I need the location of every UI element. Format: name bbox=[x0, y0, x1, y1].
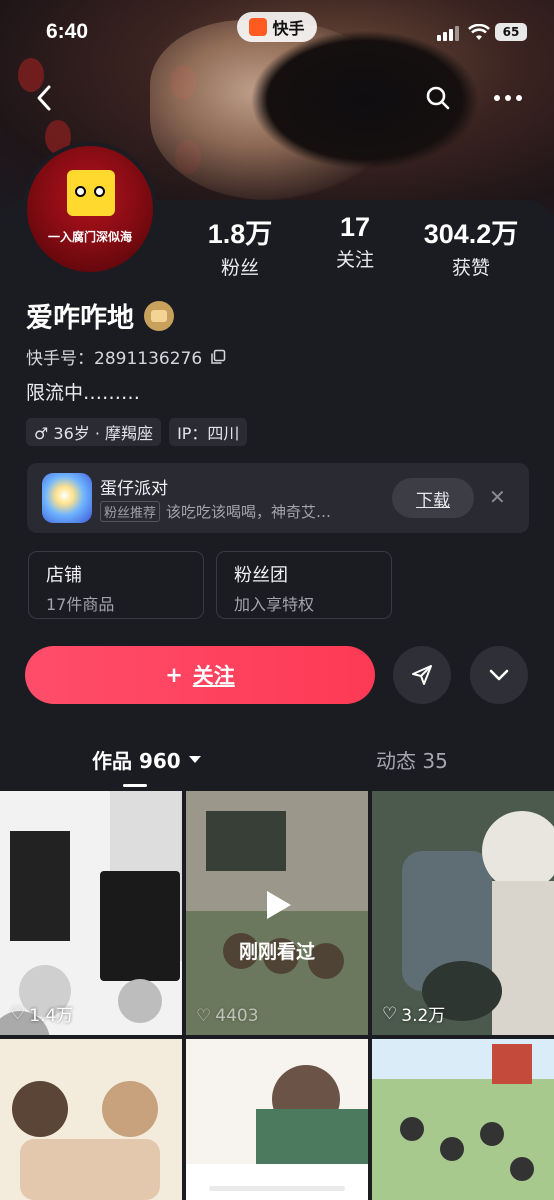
fan-club-sub: 加入享特权 bbox=[234, 595, 315, 614]
comic-art bbox=[0, 791, 182, 1035]
video-thumbnail[interactable] bbox=[0, 1039, 182, 1200]
game-thumbnail bbox=[42, 473, 92, 523]
chevron-down-icon bbox=[489, 669, 509, 681]
video-thumbnail[interactable]: ♡ 3.2万 bbox=[372, 791, 554, 1035]
stat-likes-value: 304.2万 bbox=[423, 219, 519, 249]
download-button[interactable]: 下载 bbox=[392, 478, 474, 518]
shop-shortcut[interactable]: 店铺 17件商品 bbox=[28, 551, 204, 619]
stat-fans-value: 1.8万 bbox=[207, 219, 273, 249]
verified-badge-icon[interactable] bbox=[144, 300, 174, 331]
cellular-signal-icon bbox=[437, 26, 459, 41]
follow-label: 关注 bbox=[192, 664, 235, 688]
copy-icon[interactable] bbox=[210, 349, 226, 365]
status-time: 6:40 bbox=[46, 20, 89, 43]
tag-age-zodiac: ♂ 36岁 · 摩羯座 bbox=[26, 418, 162, 446]
heart-icon: ♡ bbox=[382, 1003, 398, 1024]
send-icon bbox=[412, 665, 432, 685]
back-button[interactable] bbox=[26, 80, 62, 116]
game-recommendation-card[interactable]: 蛋仔派对 粉丝推荐 该吃吃该喝喝，神奇艾… 下载 ✕ bbox=[27, 463, 529, 533]
heart-icon: ♡ bbox=[10, 1003, 26, 1024]
fan-club-title: 粉丝团 bbox=[234, 565, 288, 586]
stat-following[interactable]: 17 关注 bbox=[315, 212, 395, 272]
chevron-left-icon bbox=[37, 85, 51, 111]
kuaishou-id-label: 快手号： bbox=[26, 349, 94, 369]
shop-title: 店铺 bbox=[46, 565, 82, 586]
message-button[interactable] bbox=[393, 646, 451, 704]
stat-likes[interactable]: 304.2万 获赞 bbox=[412, 212, 530, 280]
avatar-text: 一入腐门深似海 bbox=[47, 230, 132, 244]
video-thumbnail[interactable] bbox=[372, 1039, 554, 1200]
recently-watched-label: 刚刚看过 bbox=[238, 941, 315, 963]
tab-moments[interactable]: 动态 35 bbox=[376, 745, 448, 774]
search-button[interactable] bbox=[420, 80, 456, 116]
tag-ip-location: IP：四川 bbox=[169, 418, 248, 446]
battery-indicator: 65 bbox=[495, 23, 527, 41]
wifi-icon bbox=[468, 24, 490, 40]
profile-name-row: 爱咋咋地 bbox=[26, 296, 174, 335]
follow-button[interactable]: + 关注 bbox=[25, 646, 375, 704]
cartoon-art bbox=[12, 1081, 160, 1200]
game-subtitle: 该吃吃该喝喝，神奇艾… bbox=[166, 503, 332, 521]
home-indicator bbox=[209, 1186, 345, 1191]
heart-icon: ♡ bbox=[196, 1006, 212, 1026]
avatar[interactable]: 一入腐门深似海 bbox=[23, 142, 157, 276]
likes-count: ♡ 4403 bbox=[196, 1006, 259, 1026]
app-badge: 快手 bbox=[237, 12, 317, 42]
likes-value: 1.4万 bbox=[29, 1006, 74, 1026]
video-thumbnail[interactable]: 刚刚看过 ♡ 4403 bbox=[186, 791, 368, 1035]
tab-works-label: 作品 960 bbox=[92, 749, 181, 773]
profile-name: 爱咋咋地 bbox=[26, 303, 134, 334]
recommend-chip: 粉丝推荐 bbox=[100, 501, 161, 522]
profile-bio: 限流中……… bbox=[26, 382, 141, 404]
comic-art bbox=[186, 1065, 368, 1200]
content-tabs: 作品 960 动态 35 bbox=[0, 745, 554, 791]
game-title: 蛋仔派对 bbox=[100, 479, 168, 499]
likes-value: 3.2万 bbox=[401, 1006, 446, 1026]
caret-down-icon bbox=[188, 755, 201, 763]
profile-tags: ♂ 36岁 · 摩羯座 IP：四川 bbox=[26, 418, 248, 446]
likes-count: ♡ 1.4万 bbox=[10, 1001, 74, 1027]
stat-following-value: 17 bbox=[339, 212, 371, 242]
kuaishou-id-row: 快手号：2891136276 bbox=[26, 344, 226, 369]
expand-button[interactable] bbox=[470, 646, 528, 704]
comic-art bbox=[372, 791, 554, 1035]
stat-fans-label: 粉丝 bbox=[220, 257, 259, 279]
stat-likes-label: 获赞 bbox=[451, 257, 490, 279]
video-thumbnail[interactable]: ♡ 1.4万 bbox=[0, 791, 182, 1035]
more-horizontal-icon bbox=[494, 95, 522, 101]
stat-fans[interactable]: 1.8万 粉丝 bbox=[195, 212, 285, 280]
shop-sub: 17件商品 bbox=[46, 595, 115, 614]
play-icon bbox=[267, 891, 291, 919]
more-button[interactable] bbox=[490, 80, 526, 116]
plus-icon: + bbox=[165, 663, 183, 687]
kuaishou-id: 2891136276 bbox=[94, 349, 203, 369]
close-icon[interactable]: ✕ bbox=[489, 485, 506, 509]
app-badge-label: 快手 bbox=[272, 19, 305, 38]
search-icon bbox=[426, 86, 450, 110]
tab-active-indicator bbox=[123, 784, 147, 787]
likes-count: ♡ 3.2万 bbox=[382, 1001, 446, 1027]
tab-works[interactable]: 作品 960 bbox=[92, 745, 201, 774]
stat-following-label: 关注 bbox=[335, 249, 374, 271]
battery-level: 65 bbox=[502, 25, 520, 39]
video-grid: ♡ 1.4万 刚刚看过 ♡ 4403 ♡ 3.2万 bbox=[0, 791, 554, 1200]
likes-value: 4403 bbox=[215, 1006, 259, 1026]
status-bar: 6:40 快手 65 bbox=[0, 0, 554, 64]
kuaishou-logo-icon bbox=[249, 18, 268, 36]
fan-club-shortcut[interactable]: 粉丝团 加入享特权 bbox=[216, 551, 392, 619]
cartoon-art bbox=[372, 1039, 554, 1181]
video-thumbnail[interactable] bbox=[186, 1039, 368, 1200]
